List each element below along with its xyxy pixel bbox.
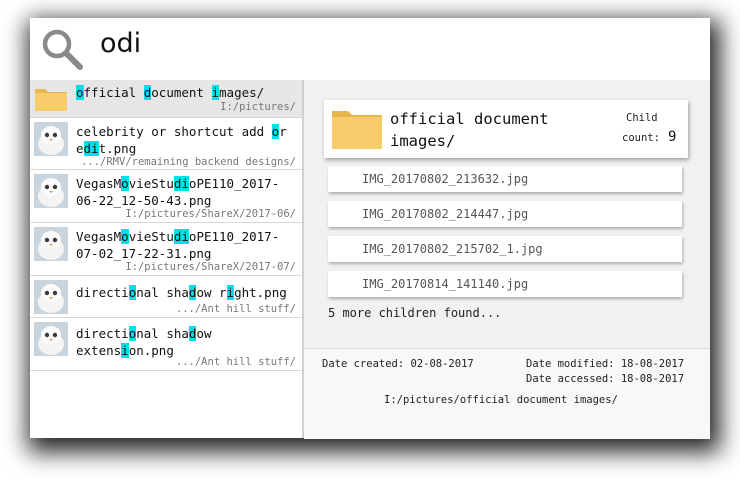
result-name: directional shadow right.png — [76, 285, 287, 300]
result-item[interactable]: directional shadow right.png .../Ant hill… — [30, 276, 302, 318]
child-label: Child — [626, 112, 658, 124]
result-name: VegasMovieStudioPE110_2017- 07-02_17-22-… — [76, 229, 280, 261]
result-item[interactable]: VegasMovieStudioPE110_2017- 06-22_12-50-… — [30, 170, 302, 223]
date-accessed: Date accessed: 18-08-2017 — [526, 373, 685, 385]
folder-card: official document images/ Child count: 9 — [324, 100, 688, 158]
results-list[interactable]: official document images/I:/pictures/cel… — [30, 80, 304, 438]
child-item[interactable]: IMG_20170814_141140.jpg — [328, 271, 682, 297]
full-path: I:/pictures/official document images/ — [384, 394, 618, 406]
date-modified: Date modified: 18-08-2017 — [526, 358, 685, 370]
date-created: Date created: 02-08-2017 — [322, 358, 474, 370]
result-path: I:/pictures/ — [220, 101, 296, 113]
result-name: VegasMovieStudioPE110_2017- 06-22_12-50-… — [76, 176, 280, 208]
folder-title: official document images/ — [390, 110, 549, 150]
child-item[interactable]: IMG_20170802_214447.jpg — [328, 201, 682, 227]
image-thumbnail — [34, 174, 68, 208]
launcher-window: odi official document images/I:/pictures… — [30, 18, 710, 439]
result-path: .../RMV/remaining backend designs/ — [81, 156, 296, 168]
child-item[interactable]: IMG_20170802_215702_1.jpg — [328, 236, 682, 262]
child-count: 9 — [668, 129, 677, 145]
search-input[interactable]: odi — [100, 28, 141, 59]
folder-icon — [35, 89, 67, 111]
folder-icon — [332, 111, 382, 149]
result-name: official document images/ — [76, 85, 265, 100]
search-icon — [42, 29, 83, 70]
search-bar[interactable]: odi — [30, 18, 710, 80]
count-label: count: — [622, 132, 660, 144]
image-thumbnail — [34, 122, 68, 156]
result-path: I:/pictures/ShareX/2017-06/ — [125, 208, 296, 220]
result-name: celebrity or shortcut add or edit.png — [76, 124, 287, 156]
image-thumbnail — [34, 227, 68, 261]
image-thumbnail — [34, 322, 68, 356]
more-children-text: 5 more children found... — [328, 306, 502, 320]
preview-panel: official document images/ Child count: 9… — [304, 80, 710, 439]
result-path: .../Ant hill stuff/ — [175, 303, 296, 315]
result-path: .../Ant hill stuff/ — [175, 356, 296, 368]
result-name: directional shadow extension.png — [76, 326, 212, 358]
image-thumbnail — [34, 280, 68, 314]
result-path: I:/pictures/ShareX/2017-07/ — [125, 261, 296, 273]
result-folder[interactable]: official document images/I:/pictures/ — [30, 80, 302, 118]
result-item[interactable]: celebrity or shortcut add or edit.png...… — [30, 118, 302, 170]
result-item[interactable]: directional shadow extension.png .../Ant … — [30, 318, 302, 371]
metadata-section: Date created: 02-08-2017 Date modified: … — [304, 348, 710, 439]
child-item[interactable]: IMG_20170802_213632.jpg — [328, 166, 682, 192]
result-item[interactable]: VegasMovieStudioPE110_2017- 07-02_17-22-… — [30, 223, 302, 276]
